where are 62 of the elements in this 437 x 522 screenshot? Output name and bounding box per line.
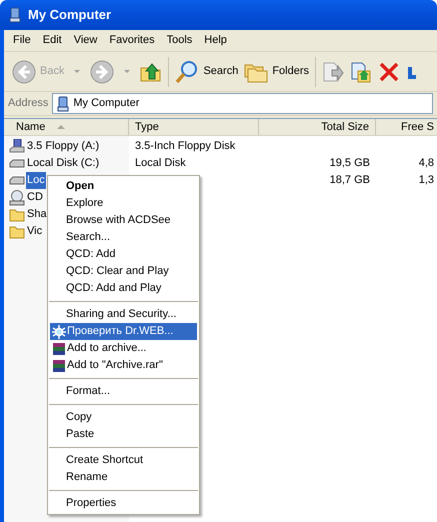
column-header[interactable]: Type — [129, 119, 259, 135]
menu-item[interactable]: Edit — [36, 32, 68, 49]
context-menu-item[interactable]: Add to archive... — [50, 340, 197, 357]
window-title: My Computer — [28, 6, 112, 24]
context-menu-item[interactable]: Browse with ACDSee — [50, 212, 197, 229]
menu-item[interactable]: File — [7, 32, 37, 49]
drive-name[interactable]: 3.5 Floppy (A:) — [26, 138, 100, 155]
hard-drive-icon — [9, 174, 25, 188]
context-menu-item[interactable]: Rename — [50, 469, 197, 486]
context-menu-item[interactable]: Open — [50, 178, 197, 195]
delete-icon — [378, 60, 400, 82]
folder-up-icon — [140, 60, 162, 82]
column-header[interactable]: Free S — [376, 119, 437, 135]
computer-icon — [8, 7, 22, 23]
dropdown-caret-icon — [124, 70, 130, 73]
context-menu-item[interactable]: Explore — [50, 195, 197, 212]
context-menu-item[interactable]: Format... — [50, 383, 197, 400]
table-cell-text: 1,3 — [418, 173, 434, 188]
address-label: Address — [8, 96, 48, 112]
column-header[interactable]: Total Size — [259, 119, 376, 135]
computer-icon — [56, 96, 70, 112]
cd-drive-icon — [9, 190, 25, 206]
context-menu-item[interactable]: QCD: Clear and Play — [50, 263, 197, 280]
copy-document-icon — [350, 60, 372, 82]
context-menu-item[interactable]: Sharing and Security... — [50, 306, 197, 323]
context-menu-item[interactable]: Copy — [50, 409, 197, 426]
drive-name[interactable]: Vic — [26, 223, 44, 240]
floppy-drive-icon — [9, 138, 25, 154]
folder-icon — [9, 224, 25, 238]
drive-name[interactable]: CD — [26, 189, 44, 206]
column-header[interactable]: Name — [4, 119, 129, 135]
table-cell-text: 18,7 GB — [330, 173, 370, 188]
table-cell: 3.5-Inch Floppy Disk — [135, 140, 236, 152]
drive-name[interactable]: Sha — [26, 206, 48, 223]
context-menu-item[interactable]: Add to "Archive.rar" — [50, 357, 197, 374]
address-field[interactable]: My Computer — [52, 93, 433, 114]
search-icon — [175, 60, 200, 84]
table-cell-text: 4,8 — [418, 156, 434, 172]
menu-item[interactable]: Tools — [160, 32, 198, 49]
hard-drive-icon — [9, 156, 25, 170]
archive-books-icon — [52, 342, 66, 356]
context-menu-item[interactable]: QCD: Add — [50, 246, 197, 263]
context-menu-item[interactable]: QCD: Add and Play — [50, 280, 197, 297]
table-cell: Local Disk — [135, 157, 186, 170]
archive-books-icon — [52, 358, 66, 372]
context-menu-item[interactable]: Properties — [50, 495, 197, 512]
menu-item[interactable]: View — [68, 32, 104, 49]
drive-name[interactable]: Local Disk (C:) — [26, 155, 100, 172]
context-menu-item[interactable]: Create Shortcut — [50, 452, 197, 469]
search-button[interactable]: Search — [173, 56, 240, 88]
menu-item[interactable]: Favorites — [103, 32, 161, 49]
context-menu-item[interactable]: Проверить Dr.WEB... — [50, 323, 197, 340]
folder-icon — [9, 208, 25, 222]
drive-name[interactable]: Loc — [26, 172, 46, 189]
dropdown-caret-icon — [74, 70, 80, 73]
table-cell-text: 19,5 GB — [330, 156, 370, 172]
context-menu-item[interactable]: Paste — [50, 426, 197, 443]
menu-item[interactable]: Help — [198, 32, 233, 49]
move-document-icon — [322, 60, 344, 82]
sort-arrow-icon — [57, 125, 66, 129]
folders-button[interactable]: Folders — [242, 56, 312, 88]
context-menu-item[interactable]: Search... — [50, 229, 197, 246]
